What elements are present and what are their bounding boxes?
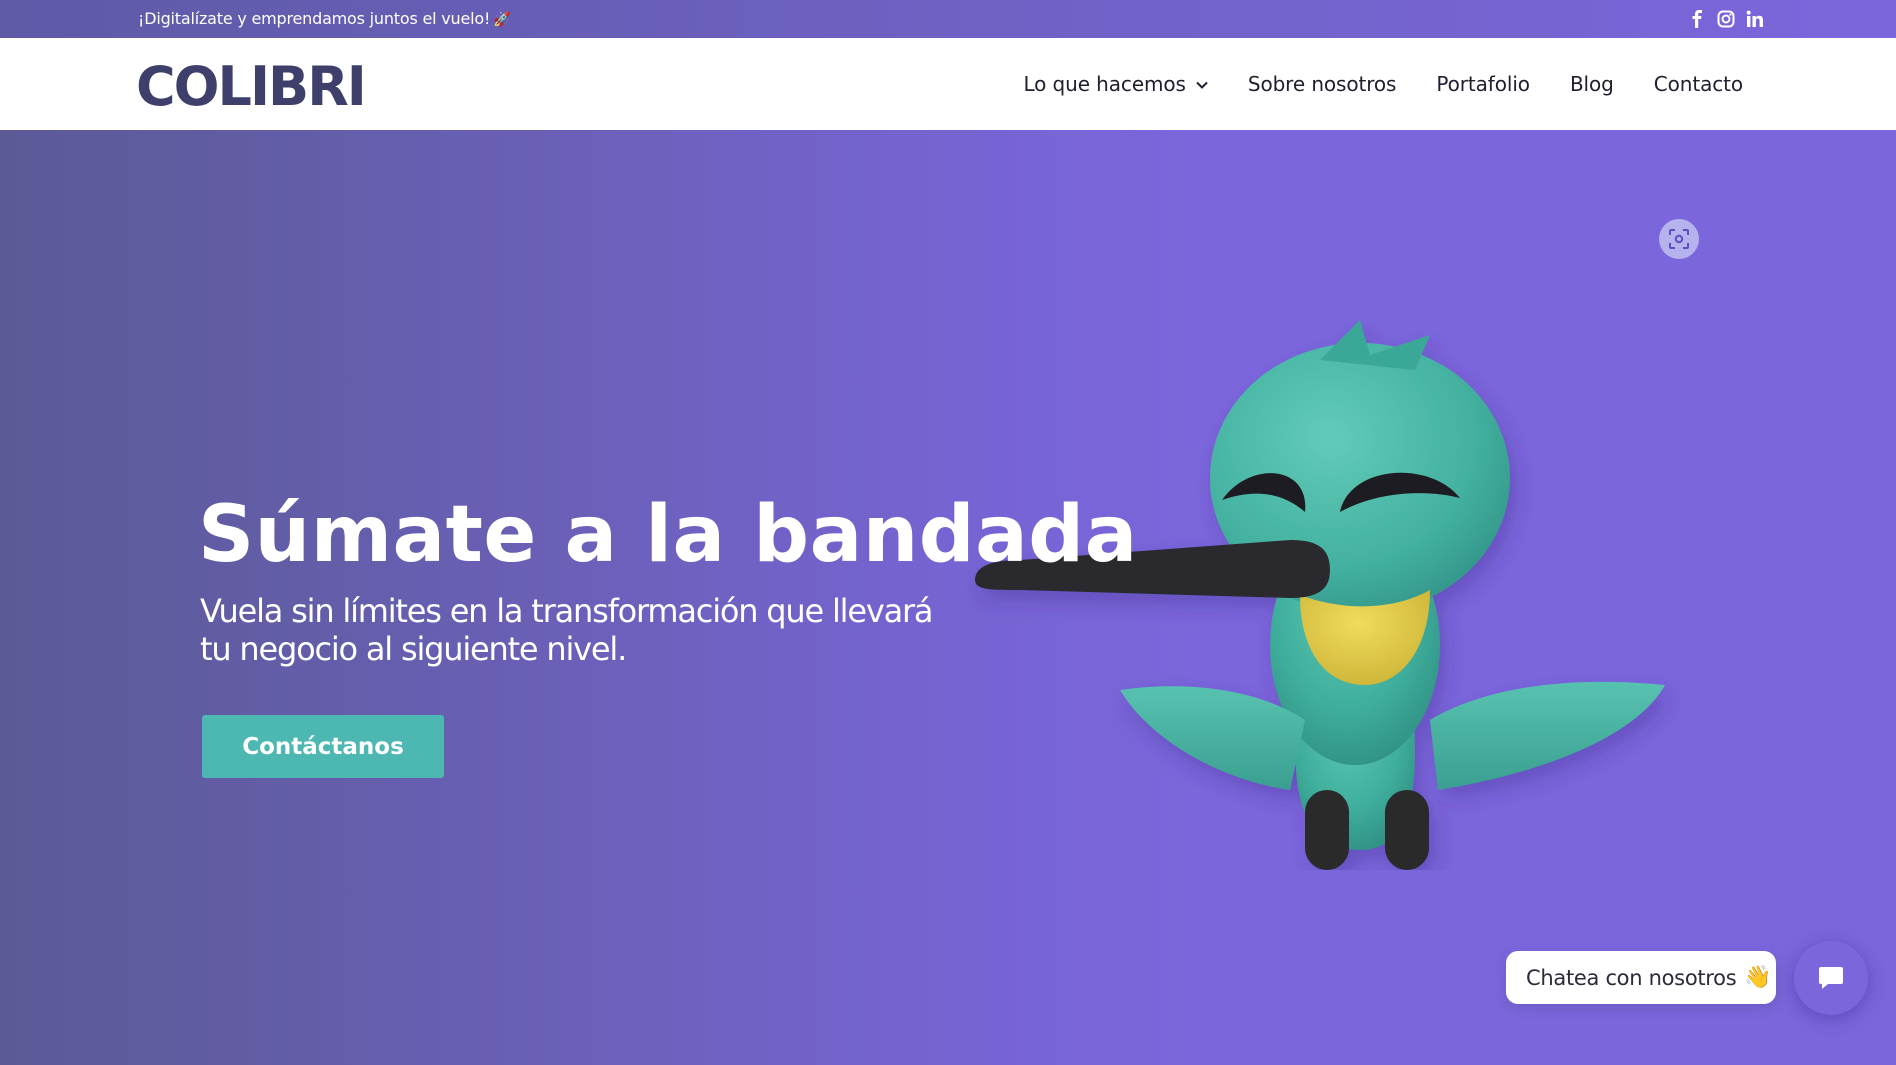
nav-contacto[interactable]: Contacto — [1654, 72, 1743, 96]
nav-label: Lo que hacemos — [1023, 72, 1186, 96]
hero-title: Súmate a la bandada — [198, 490, 1138, 580]
chat-launcher-button[interactable] — [1794, 941, 1868, 1015]
nav-sobre-nosotros[interactable]: Sobre nosotros — [1248, 72, 1397, 96]
nav-label: Contacto — [1653, 72, 1743, 96]
social-links — [1688, 9, 1764, 29]
chat-prompt-bubble[interactable]: Chatea con nosotros 👋 — [1506, 951, 1776, 1004]
site-header: COLIBRI Lo que hacemos Sobre nosotros Po… — [0, 38, 1896, 130]
chevron-down-icon — [1196, 81, 1208, 89]
nav-label: Sobre nosotros — [1247, 72, 1397, 96]
hero-section: Súmate a la bandada Vuela sin límites en… — [0, 130, 1896, 1065]
nav-label: Blog — [1569, 72, 1614, 96]
main-nav: Lo que hacemos Sobre nosotros Portafolio… — [1023, 38, 1743, 130]
scan-icon[interactable] — [1659, 219, 1699, 259]
hero-subtitle: Vuela sin límites en la transformación q… — [200, 592, 934, 668]
facebook-icon[interactable] — [1688, 9, 1706, 29]
top-announcement-bar: ¡Digitalízate y emprendamos juntos el vu… — [0, 0, 1896, 38]
contact-cta-button[interactable]: Contáctanos — [202, 715, 444, 778]
promo-text: ¡Digitalízate y emprendamos juntos el vu… — [138, 9, 491, 28]
nav-blog[interactable]: Blog — [1570, 72, 1614, 96]
linkedin-icon[interactable] — [1746, 9, 1764, 29]
nav-portafolio[interactable]: Portafolio — [1436, 72, 1530, 96]
promo-text-wrap: ¡Digitalízate y emprendamos juntos el vu… — [138, 9, 511, 28]
waving-hand-emoji: 👋 — [1744, 965, 1772, 990]
colibri-logo[interactable]: COLIBRI — [136, 55, 368, 118]
chat-label: Chatea con nosotros — [1526, 965, 1737, 990]
nav-lo-que-hacemos[interactable]: Lo que hacemos — [1023, 72, 1208, 96]
nav-label: Portafolio — [1436, 72, 1530, 96]
logo-text: COLIBRI — [136, 59, 365, 111]
chat-icon — [1819, 967, 1843, 989]
instagram-icon[interactable] — [1717, 9, 1735, 29]
rocket-emoji: 🚀 — [493, 12, 511, 28]
